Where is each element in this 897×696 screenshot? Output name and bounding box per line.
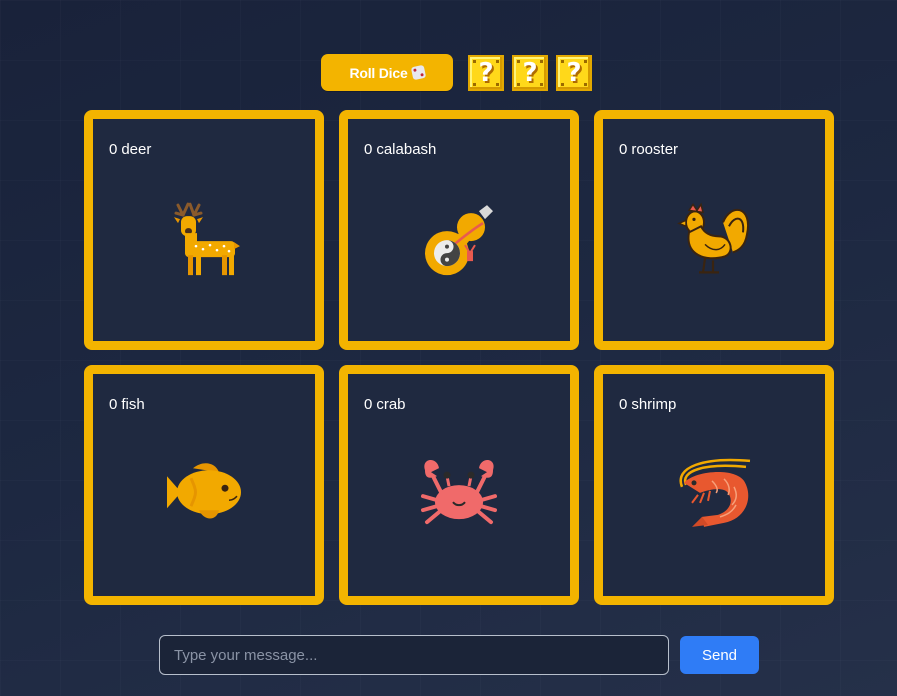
die-icon: [410, 64, 426, 81]
dice-results: ? ? ?: [468, 54, 592, 91]
bet-cell-label: 0 crab: [364, 396, 406, 413]
bet-count: 0: [619, 141, 628, 158]
bet-count: 0: [364, 141, 373, 158]
roll-dice-label: Roll Dice: [349, 64, 408, 81]
bet-cell-label: 0 deer: [109, 141, 151, 158]
bet-cell-label: 0 rooster: [619, 141, 678, 158]
betting-board: 0 deer 0 calabash 0 rooster 0 fish 0 cra…: [84, 110, 834, 605]
bet-animal-name: crab: [376, 396, 406, 413]
bet-animal-name: shrimp: [631, 396, 677, 413]
question-block-icon: ?: [512, 54, 548, 91]
question-block-icon: ?: [556, 54, 592, 91]
roll-dice-button[interactable]: Roll Dice: [321, 54, 453, 91]
bet-cell-shrimp[interactable]: 0 shrimp: [594, 365, 834, 605]
dice-result-1: ?: [478, 57, 494, 88]
dice-result-3: ?: [566, 57, 582, 88]
bet-animal-name: rooster: [631, 141, 679, 158]
bet-cell-label: 0 shrimp: [619, 396, 676, 413]
chat-message-input[interactable]: [159, 635, 669, 675]
bet-count: 0: [364, 396, 373, 413]
shrimp-icon: [679, 458, 751, 527]
bet-cell-label: 0 calabash: [364, 141, 436, 158]
bet-count: 0: [109, 141, 118, 158]
bet-cell-deer[interactable]: 0 deer: [84, 110, 324, 350]
dice-toolbar: Roll Dice ? ? ?: [321, 54, 592, 91]
bet-count: 0: [619, 396, 628, 413]
bet-cell-label: 0 fish: [109, 396, 145, 413]
bet-animal-name: calabash: [376, 141, 437, 158]
calabash-icon: [425, 205, 493, 276]
send-button[interactable]: Send: [680, 636, 759, 674]
crab-icon: [421, 460, 497, 525]
bet-animal-name: fish: [121, 396, 145, 413]
fish-icon: [167, 463, 241, 519]
bet-cell-fish[interactable]: 0 fish: [84, 365, 324, 605]
question-block-icon: ?: [468, 54, 504, 91]
bet-cell-rooster[interactable]: 0 rooster: [594, 110, 834, 350]
dice-result-2: ?: [522, 57, 538, 88]
bet-animal-name: deer: [121, 141, 152, 158]
chat-bar: Send: [159, 635, 759, 675]
deer-icon: [174, 202, 240, 276]
bet-cell-crab[interactable]: 0 crab: [339, 365, 579, 605]
bet-cell-calabash[interactable]: 0 calabash: [339, 110, 579, 350]
rooster-icon: [677, 202, 750, 274]
bet-count: 0: [109, 396, 118, 413]
